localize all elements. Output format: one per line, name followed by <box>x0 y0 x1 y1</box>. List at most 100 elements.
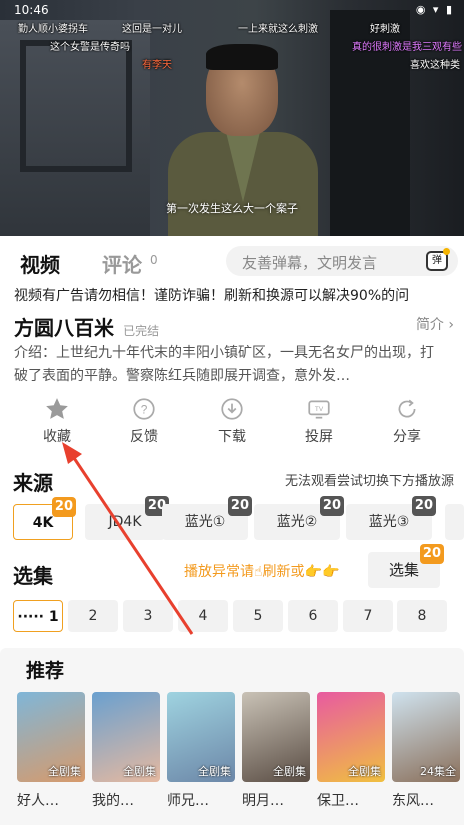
show-status: 已完结 <box>123 324 160 338</box>
recommend-name: 东风… <box>392 793 434 809</box>
danmaku-comment: 好刺激 <box>370 24 400 35</box>
source-tip: 无法观看尝试切换下方播放源 <box>284 474 454 489</box>
show-title: 方圆八百米 <box>14 316 114 340</box>
cast-label: 投屏 <box>305 429 333 445</box>
danmaku-toggle-icon[interactable]: 弹 <box>426 248 450 271</box>
danmaku-comment: 勤人顺小婆拐车 <box>18 24 88 35</box>
recommend-tag: 全剧集 <box>348 765 381 778</box>
episode-count-badge: 20 <box>419 544 444 564</box>
svg-text:TV: TV <box>315 406 324 413</box>
recommend-name: 明月… <box>242 793 284 809</box>
episode-chip[interactable]: 5 <box>233 600 283 632</box>
notice-marquee: 视频有广告请勿相信！谨防诈骗！刷新和换源可以解决90%的问 <box>14 288 410 304</box>
episode-chip[interactable]: 3 <box>123 600 173 632</box>
action-row: 收藏 ? 反馈 下载 TV 投屏 分享 <box>0 392 464 452</box>
comment-count: 0 <box>150 253 158 267</box>
share-button[interactable]: 分享 <box>372 392 442 446</box>
source-title: 来源 <box>13 471 53 495</box>
source-chip[interactable]: 蓝光③ 20 <box>346 496 436 540</box>
svg-text:?: ? <box>141 402 148 416</box>
danmaku-input-placeholder: 友善弹幕，文明发言 <box>242 254 378 272</box>
tab-video[interactable]: 视频 <box>20 249 60 278</box>
recommend-list: 全剧集 好人… 全剧集 我的… 全剧集 师兄… 全剧集 明月… 全剧集 保卫… … <box>17 692 464 822</box>
danmaku-comment: 喜欢这种类 <box>410 60 460 71</box>
source-badge: 20 <box>227 496 252 516</box>
recommend-poster: 全剧集 <box>92 692 160 782</box>
download-button[interactable]: 下载 <box>197 392 267 446</box>
danmaku-comment: 这回是一对儿 <box>122 24 182 35</box>
source-chip-label: 蓝光② <box>276 514 318 530</box>
danmaku-comment: 这个女警是传奇吗 <box>50 42 130 53</box>
video-subtitle: 第一次发生这么大一个案子 <box>166 202 298 215</box>
recommend-poster: 全剧集 <box>167 692 235 782</box>
danmaku-comment: 有李天 <box>142 60 172 71</box>
recommend-poster: 全剧集 <box>317 692 385 782</box>
episode-chip[interactable]: 8 <box>397 600 447 632</box>
recommend-section: 推荐 全剧集 好人… 全剧集 我的… 全剧集 师兄… 全剧集 明月… 全剧集 保… <box>0 648 464 825</box>
episodes-tip: 播放异常请☝刷新或👉👉 <box>184 564 340 580</box>
cast-button[interactable]: TV 投屏 <box>284 392 354 446</box>
episode-chip[interactable]: 7 <box>343 600 393 632</box>
source-chip-overflow[interactable] <box>445 504 464 540</box>
source-chip[interactable]: 4K 20 <box>13 497 76 540</box>
system-icons: ◉ ▾ ▮ <box>415 3 454 16</box>
recommend-card[interactable]: 全剧集 保卫… <box>317 692 385 810</box>
status-bar: 10:46 ◉ ▾ ▮ <box>0 0 464 22</box>
danmaku-input[interactable]: 友善弹幕，文明发言 弹 <box>226 246 458 276</box>
recommend-name: 保卫… <box>317 793 359 809</box>
share-icon <box>398 399 416 418</box>
recommend-card[interactable]: 全剧集 好人… <box>17 692 85 810</box>
feedback-button[interactable]: ? 反馈 <box>109 392 179 446</box>
episode-select-label: 选集 <box>388 561 419 579</box>
episode-chip[interactable]: 4 <box>178 600 228 632</box>
source-chip-label: 4K <box>32 515 54 531</box>
episode-list: ····· 1 2 3 4 5 6 7 8 <box>13 600 464 632</box>
download-icon <box>221 398 243 420</box>
episode-chip[interactable]: 6 <box>288 600 338 632</box>
source-chip-label: 蓝光① <box>184 514 226 530</box>
recommend-card[interactable]: 全剧集 明月… <box>242 692 310 810</box>
source-chip-label: 蓝光③ <box>368 514 410 530</box>
source-badge: 20 <box>51 497 76 517</box>
star-icon <box>46 398 68 419</box>
episode-select-button[interactable]: 选集 20 <box>368 544 444 588</box>
source-chip[interactable]: 蓝光① 20 <box>162 496 252 540</box>
favorite-button[interactable]: 收藏 <box>22 392 92 446</box>
tab-bar: 视频 评论 0 友善弹幕，文明发言 弹 <box>0 243 464 281</box>
recommend-card[interactable]: 全剧集 我的… <box>92 692 160 810</box>
recommend-title: 推荐 <box>26 660 65 682</box>
episode-chip[interactable]: ····· 1 <box>13 600 63 632</box>
danmaku-comment: 一上来就这么刺激 <box>238 24 318 35</box>
recommend-name: 好人… <box>17 793 59 809</box>
cast-icon: TV <box>308 400 330 419</box>
show-description: 介绍：上世纪九十年代末的丰阳小镇矿区，一具无名女尸的出现，打破了表面的平静。警察… <box>14 345 434 384</box>
intro-link[interactable]: 简介 › <box>416 314 454 334</box>
status-time: 10:46 <box>14 3 49 17</box>
source-list: 4K 20 JD4K 20 蓝光① 20 蓝光② 20 蓝光③ 20 <box>13 496 464 540</box>
danmaku-comment: 真的很刺激是我三观有些 <box>352 42 462 53</box>
recommend-tag: 全剧集 <box>273 765 306 778</box>
recommend-poster: 全剧集 <box>17 692 85 782</box>
recommend-name: 我的… <box>92 793 134 809</box>
source-badge: 20 <box>411 496 436 516</box>
recommend-card[interactable]: 全剧集 师兄… <box>167 692 235 810</box>
source-chip[interactable]: JD4K 20 <box>85 496 169 540</box>
recommend-name: 师兄… <box>167 793 209 809</box>
recommend-tag: 全剧集 <box>198 765 231 778</box>
tab-comment[interactable]: 评论 <box>102 249 142 278</box>
episodes-title: 选集 <box>13 564 53 588</box>
source-badge: 20 <box>319 496 344 516</box>
feedback-label: 反馈 <box>130 429 158 445</box>
share-label: 分享 <box>393 429 421 445</box>
source-chip-label: JD4K <box>108 514 142 530</box>
download-label: 下载 <box>218 429 246 445</box>
recommend-card[interactable]: 24集全 东风… <box>392 692 460 810</box>
video-player[interactable]: 10:46 ◉ ▾ ▮ 勤人顺小婆拐车 这回是一对儿 一上来就这么刺激 好刺激 … <box>0 0 464 236</box>
recommend-tag: 全剧集 <box>123 765 156 778</box>
recommend-tag: 24集全 <box>420 765 456 778</box>
source-chip[interactable]: 蓝光② 20 <box>254 496 344 540</box>
show-header: 方圆八百米 已完结 简介 › <box>14 312 454 340</box>
recommend-poster: 24集全 <box>392 692 460 782</box>
favorite-label: 收藏 <box>43 429 71 445</box>
episode-chip[interactable]: 2 <box>68 600 118 632</box>
